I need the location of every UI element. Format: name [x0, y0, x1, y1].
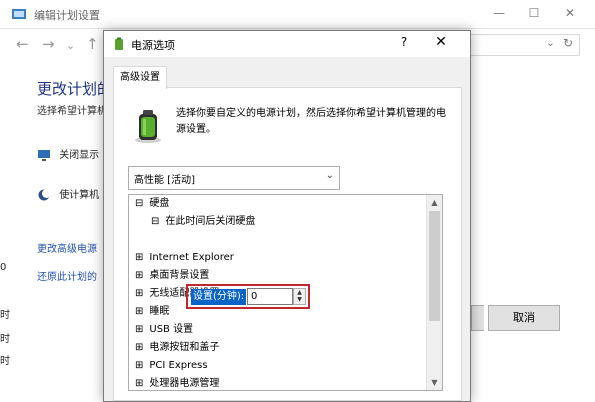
cancel-button[interactable]: 取消 — [488, 305, 560, 331]
tree-item-hard-disk[interactable]: ⊟ 硬盘 — [135, 195, 169, 213]
back-arrow-icon[interactable]: ← — [16, 36, 29, 52]
tree-item-label: USB 设置 — [149, 324, 194, 335]
chevron-down-icon[interactable]: ⌄ — [546, 36, 555, 49]
control-panel-icon — [12, 9, 26, 19]
tree-item-label: PCI Express — [149, 360, 208, 371]
close-button[interactable]: ✕ — [556, 4, 584, 22]
ok-button[interactable] — [471, 305, 484, 331]
expand-icon[interactable]: ⊞ — [135, 360, 143, 371]
recent-dropdown-icon[interactable]: ⌄ — [66, 38, 75, 54]
title-bar: 编辑计划设置 — ☐ ✕ — [0, 0, 595, 29]
left-edge-text: 0 — [0, 262, 7, 273]
forward-arrow-icon[interactable]: → — [42, 36, 55, 52]
tab-advanced-settings[interactable]: 高级设置 — [113, 66, 167, 89]
help-button[interactable]: ? — [394, 35, 414, 49]
dialog-title: 电源选项 — [131, 39, 175, 52]
expand-icon[interactable]: ⊞ — [135, 306, 143, 317]
tree-item-label: 处理器电源管理 — [149, 378, 220, 389]
scrollbar-thumb[interactable] — [429, 211, 440, 321]
tree-item-label: 睡眠 — [149, 306, 170, 317]
tree-item[interactable]: ⊞ Internet Explorer — [135, 249, 234, 267]
power-options-icon — [115, 37, 123, 50]
tree-item-label: 硬盘 — [149, 198, 170, 209]
window-title: 编辑计划设置 — [34, 9, 100, 22]
spin-down-icon[interactable]: ▼ — [294, 296, 305, 303]
spin-up-icon[interactable]: ▲ — [294, 289, 305, 296]
dialog-title-bar: 电源选项 ? ✕ — [104, 31, 470, 57]
turn-off-display-label: 关闭显示 — [59, 150, 100, 161]
refresh-icon[interactable]: ↻ — [563, 36, 573, 50]
sleep-row: 使计算机 — [37, 186, 99, 202]
dialog-close-button[interactable]: ✕ — [431, 34, 451, 50]
change-advanced-power-link[interactable]: 更改高级电源 — [37, 240, 97, 255]
power-options-dialog: 电源选项 ? ✕ 高级设置 选择你要自定义的电源计划，然后选择你希望计算机管理的… — [103, 30, 471, 402]
scroll-down-icon[interactable]: ▼ — [427, 375, 442, 390]
page-subtitle: 选择希望计算机 — [37, 106, 107, 117]
tree-item-label: 桌面背景设置 — [149, 270, 210, 281]
expand-icon[interactable]: ⊞ — [135, 378, 143, 389]
battery-icon — [135, 110, 161, 143]
minutes-setting-label: 设置(分钟): — [191, 289, 247, 305]
tree-scrollbar[interactable]: ▲ ▼ — [426, 195, 442, 390]
restore-defaults-link[interactable]: 还原此计划的 — [37, 268, 97, 283]
dialog-description: 选择你要自定义的电源计划，然后选择你希望计算机管理的电源设置。 — [176, 108, 446, 135]
up-arrow-icon[interactable]: ↑ — [86, 36, 99, 52]
left-edge-text: 时 — [0, 334, 10, 345]
power-plan-select[interactable]: 高性能 [活动] ⌄ — [128, 166, 340, 190]
maximize-button[interactable]: ☐ — [520, 4, 548, 22]
tree-item[interactable]: ⊞ 睡眠 — [135, 303, 169, 321]
left-edge-text: 时 — [0, 310, 10, 321]
expand-icon[interactable]: ⊞ — [135, 252, 143, 263]
monitor-icon — [38, 150, 50, 161]
moon-icon — [38, 189, 51, 201]
sleep-label: 使计算机 — [59, 190, 100, 201]
address-bar[interactable]: ⌄ ↻ — [460, 34, 580, 56]
tree-item[interactable]: ⊞ PCI Express — [135, 357, 208, 375]
tree-item-label: 电源按钮和盖子 — [149, 342, 220, 353]
expand-icon[interactable]: ⊞ — [135, 342, 143, 353]
expand-icon[interactable]: ⊞ — [135, 288, 143, 299]
tree-item[interactable]: ⊞ 电源按钮和盖子 — [135, 339, 219, 357]
tree-item[interactable]: ⊞ 处理器电源管理 — [135, 375, 220, 390]
turn-off-display-row: 关闭显示 — [37, 146, 99, 162]
page-heading: 更改计划的 — [37, 80, 113, 98]
tree-item[interactable]: ⊞ USB 设置 — [135, 321, 193, 339]
minutes-spinner[interactable]: ▲ ▼ — [293, 288, 306, 305]
tree-item-label: Internet Explorer — [149, 252, 234, 263]
collapse-icon[interactable]: ⊟ — [135, 198, 143, 209]
tree-item-label: 在此时间后关闭硬盘 — [165, 216, 256, 227]
tree-item[interactable]: ⊞ 桌面背景设置 — [135, 267, 209, 285]
power-plan-value: 高性能 [活动] — [134, 175, 195, 186]
minutes-input[interactable]: 0 — [247, 288, 293, 305]
scroll-up-icon[interactable]: ▲ — [427, 195, 442, 210]
minutes-setting-highlight: 设置(分钟): 0 ▲ ▼ — [186, 284, 310, 309]
chevron-down-icon[interactable]: ⌄ — [326, 170, 334, 181]
collapse-icon[interactable]: ⊟ — [151, 216, 159, 227]
minimize-button[interactable]: — — [485, 4, 513, 22]
advanced-settings-panel: 选择你要自定义的电源计划，然后选择你希望计算机管理的电源设置。 高性能 [活动]… — [113, 87, 462, 401]
expand-icon[interactable]: ⊞ — [135, 270, 143, 281]
left-edge-text: 时 — [0, 356, 10, 367]
tree-item-turn-off-hard-disk[interactable]: ⊟ 在此时间后关闭硬盘 — [151, 213, 255, 231]
expand-icon[interactable]: ⊞ — [135, 324, 143, 335]
